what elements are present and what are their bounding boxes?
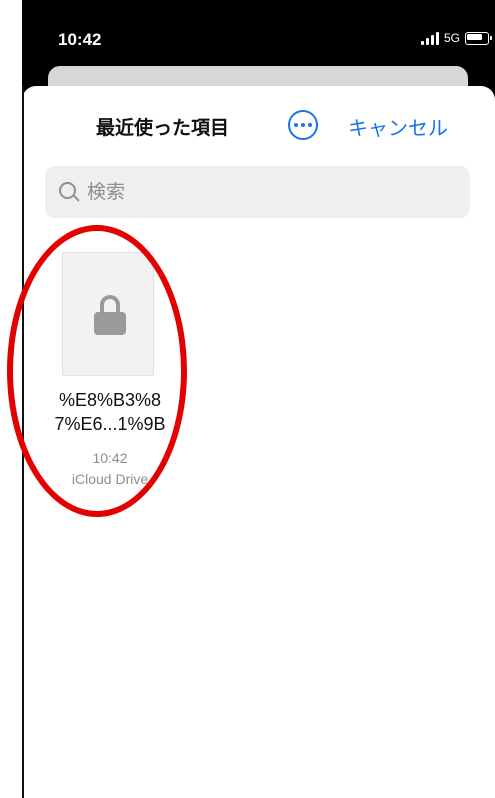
- signal-icon: [420, 31, 439, 45]
- sheet-left-edge: [22, 86, 24, 798]
- file-name[interactable]: %E8%B3%8 7%E6...1%9B: [40, 388, 180, 436]
- page-title: 最近使った項目: [96, 117, 230, 139]
- search-bar[interactable]: [45, 166, 470, 218]
- more-options-button[interactable]: [288, 110, 318, 140]
- file-thumbnail[interactable]: [62, 252, 154, 376]
- network-label: 5G: [443, 31, 460, 45]
- file-name-line1: %E8%B3%8: [58, 390, 162, 410]
- search-input[interactable]: [85, 180, 409, 204]
- status-bar: 10:42 5G: [22, 0, 495, 72]
- lock-icon: [94, 295, 126, 335]
- status-time: 10:42: [58, 30, 102, 49]
- status-indicators: 5G: [420, 31, 492, 45]
- battery-icon: [465, 31, 492, 45]
- phone-screen: 10:42 5G 最近使った項目 キャンセル %E8%B3%8 7%E6...1…: [22, 0, 495, 798]
- file-name-line2: 7%E6...1%9B: [54, 414, 166, 434]
- search-icon: [59, 182, 79, 202]
- file-location: iCloud Drive: [71, 471, 149, 487]
- file-time: 10:42: [92, 450, 128, 466]
- more-icon: [294, 123, 312, 127]
- cancel-button[interactable]: キャンセル: [348, 112, 448, 141]
